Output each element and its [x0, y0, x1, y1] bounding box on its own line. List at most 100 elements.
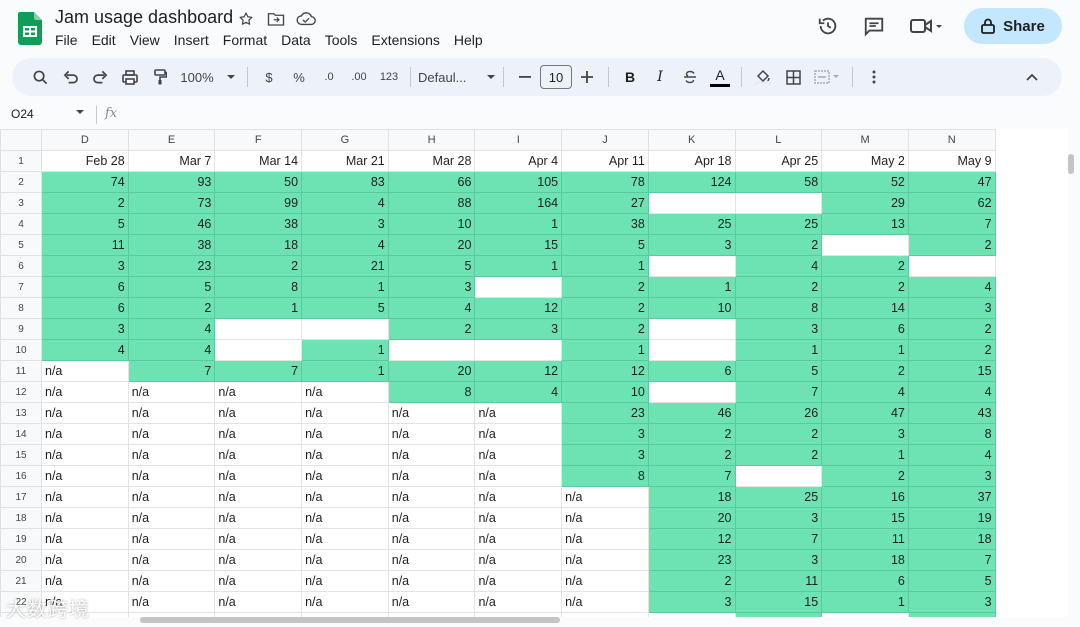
- cell[interactable]: n/a: [561, 528, 649, 550]
- cell[interactable]: 1: [301, 339, 389, 361]
- cell[interactable]: 1: [301, 360, 389, 382]
- cell[interactable]: [387, 339, 476, 361]
- column-header-m[interactable]: M: [821, 129, 909, 151]
- cell[interactable]: 7: [127, 360, 216, 382]
- cell[interactable]: 4: [301, 192, 389, 214]
- row-header[interactable]: 18: [0, 507, 42, 529]
- cell[interactable]: 2: [821, 465, 909, 487]
- cell[interactable]: 3: [474, 318, 563, 340]
- cell[interactable]: n/a: [561, 507, 649, 529]
- cell[interactable]: 1: [561, 339, 649, 361]
- cell[interactable]: n/a: [214, 570, 303, 592]
- version-history-icon[interactable]: [814, 12, 842, 40]
- cell[interactable]: 27: [561, 192, 649, 214]
- cell[interactable]: 3: [387, 276, 476, 298]
- cell[interactable]: n/a: [387, 465, 476, 487]
- cell[interactable]: 43: [907, 402, 996, 424]
- cell[interactable]: 99: [214, 192, 303, 214]
- cell[interactable]: 38: [127, 234, 216, 256]
- cell[interactable]: n/a: [474, 444, 563, 466]
- cell[interactable]: 2: [561, 276, 649, 298]
- row-header[interactable]: 7: [0, 276, 42, 298]
- row-header[interactable]: 6: [0, 255, 42, 277]
- cell[interactable]: 50: [214, 171, 303, 193]
- zoom-select[interactable]: 100%: [176, 63, 240, 91]
- cell[interactable]: n/a: [127, 444, 216, 466]
- cell[interactable]: 7: [734, 381, 823, 403]
- cell[interactable]: 83: [301, 171, 389, 193]
- cell[interactable]: n/a: [387, 528, 476, 550]
- cell[interactable]: [474, 339, 563, 361]
- cell[interactable]: 10: [647, 297, 736, 319]
- cell[interactable]: n/a: [41, 507, 129, 529]
- cell[interactable]: 15: [474, 234, 563, 256]
- cell[interactable]: 74: [41, 171, 129, 193]
- cell[interactable]: 1: [301, 276, 389, 298]
- cell[interactable]: n/a: [387, 423, 476, 445]
- cell[interactable]: [647, 192, 736, 214]
- cell[interactable]: 20: [387, 360, 476, 382]
- row-header[interactable]: 11: [0, 360, 42, 382]
- cell[interactable]: 5: [734, 360, 823, 382]
- cell[interactable]: n/a: [647, 612, 736, 617]
- cell[interactable]: n/a: [387, 486, 476, 508]
- cell[interactable]: 25: [647, 213, 736, 235]
- cell[interactable]: 2: [647, 570, 736, 592]
- cell[interactable]: n/a: [387, 591, 476, 613]
- cell[interactable]: 6: [821, 570, 909, 592]
- cell[interactable]: 23: [561, 402, 649, 424]
- cell[interactable]: 10: [387, 213, 476, 235]
- cell[interactable]: 1: [821, 591, 909, 613]
- cell[interactable]: 2: [561, 318, 649, 340]
- cell[interactable]: 3: [561, 423, 649, 445]
- cell[interactable]: 7: [734, 528, 823, 550]
- column-header-k[interactable]: K: [647, 129, 736, 151]
- cell[interactable]: 15: [821, 507, 909, 529]
- cell[interactable]: n/a: [387, 402, 476, 424]
- cell[interactable]: 73: [127, 192, 216, 214]
- chevron-up-icon[interactable]: [1018, 63, 1046, 91]
- undo-icon[interactable]: [56, 63, 84, 91]
- cell[interactable]: n/a: [127, 570, 216, 592]
- cell[interactable]: n/a: [301, 402, 389, 424]
- cell[interactable]: 4: [907, 381, 996, 403]
- cell[interactable]: 2: [821, 255, 909, 277]
- strikethrough-icon[interactable]: [676, 63, 704, 91]
- cell[interactable]: 4: [734, 255, 823, 277]
- row-header[interactable]: 19: [0, 528, 42, 550]
- cell[interactable]: 13: [821, 213, 909, 235]
- menu-view[interactable]: View: [130, 32, 160, 48]
- cell[interactable]: 11: [734, 570, 823, 592]
- cell[interactable]: 3: [821, 423, 909, 445]
- share-button[interactable]: Share: [964, 8, 1062, 44]
- cell[interactable]: 15: [907, 360, 996, 382]
- cell[interactable]: n/a: [127, 549, 216, 571]
- menu-insert[interactable]: Insert: [174, 32, 209, 48]
- cell[interactable]: n/a: [474, 570, 563, 592]
- cell[interactable]: 21: [301, 255, 389, 277]
- decrease-font-size-icon[interactable]: [511, 63, 539, 91]
- cell[interactable]: n/a: [127, 486, 216, 508]
- cell[interactable]: n/a: [301, 381, 389, 403]
- cell[interactable]: Mar 28: [387, 150, 476, 172]
- cell[interactable]: [647, 255, 736, 277]
- cell[interactable]: Apr 18: [647, 150, 736, 172]
- name-box[interactable]: O24: [11, 107, 34, 121]
- menu-file[interactable]: File: [55, 32, 78, 48]
- cell[interactable]: n/a: [41, 549, 129, 571]
- cell[interactable]: n/a: [301, 444, 389, 466]
- cell[interactable]: 2: [647, 423, 736, 445]
- cell[interactable]: 3: [647, 234, 736, 256]
- menu-edit[interactable]: Edit: [92, 32, 116, 48]
- increase-decimal-button[interactable]: .00: [345, 63, 373, 91]
- cell[interactable]: n/a: [127, 465, 216, 487]
- cell[interactable]: 105: [474, 171, 563, 193]
- cell[interactable]: n/a: [387, 570, 476, 592]
- cell[interactable]: 58: [734, 171, 823, 193]
- cell[interactable]: 12: [561, 360, 649, 382]
- cell[interactable]: 5: [907, 570, 996, 592]
- cell[interactable]: 3: [41, 318, 129, 340]
- cell[interactable]: Apr 11: [561, 150, 649, 172]
- cell[interactable]: 3: [734, 507, 823, 529]
- font-size-input[interactable]: 10: [540, 65, 572, 89]
